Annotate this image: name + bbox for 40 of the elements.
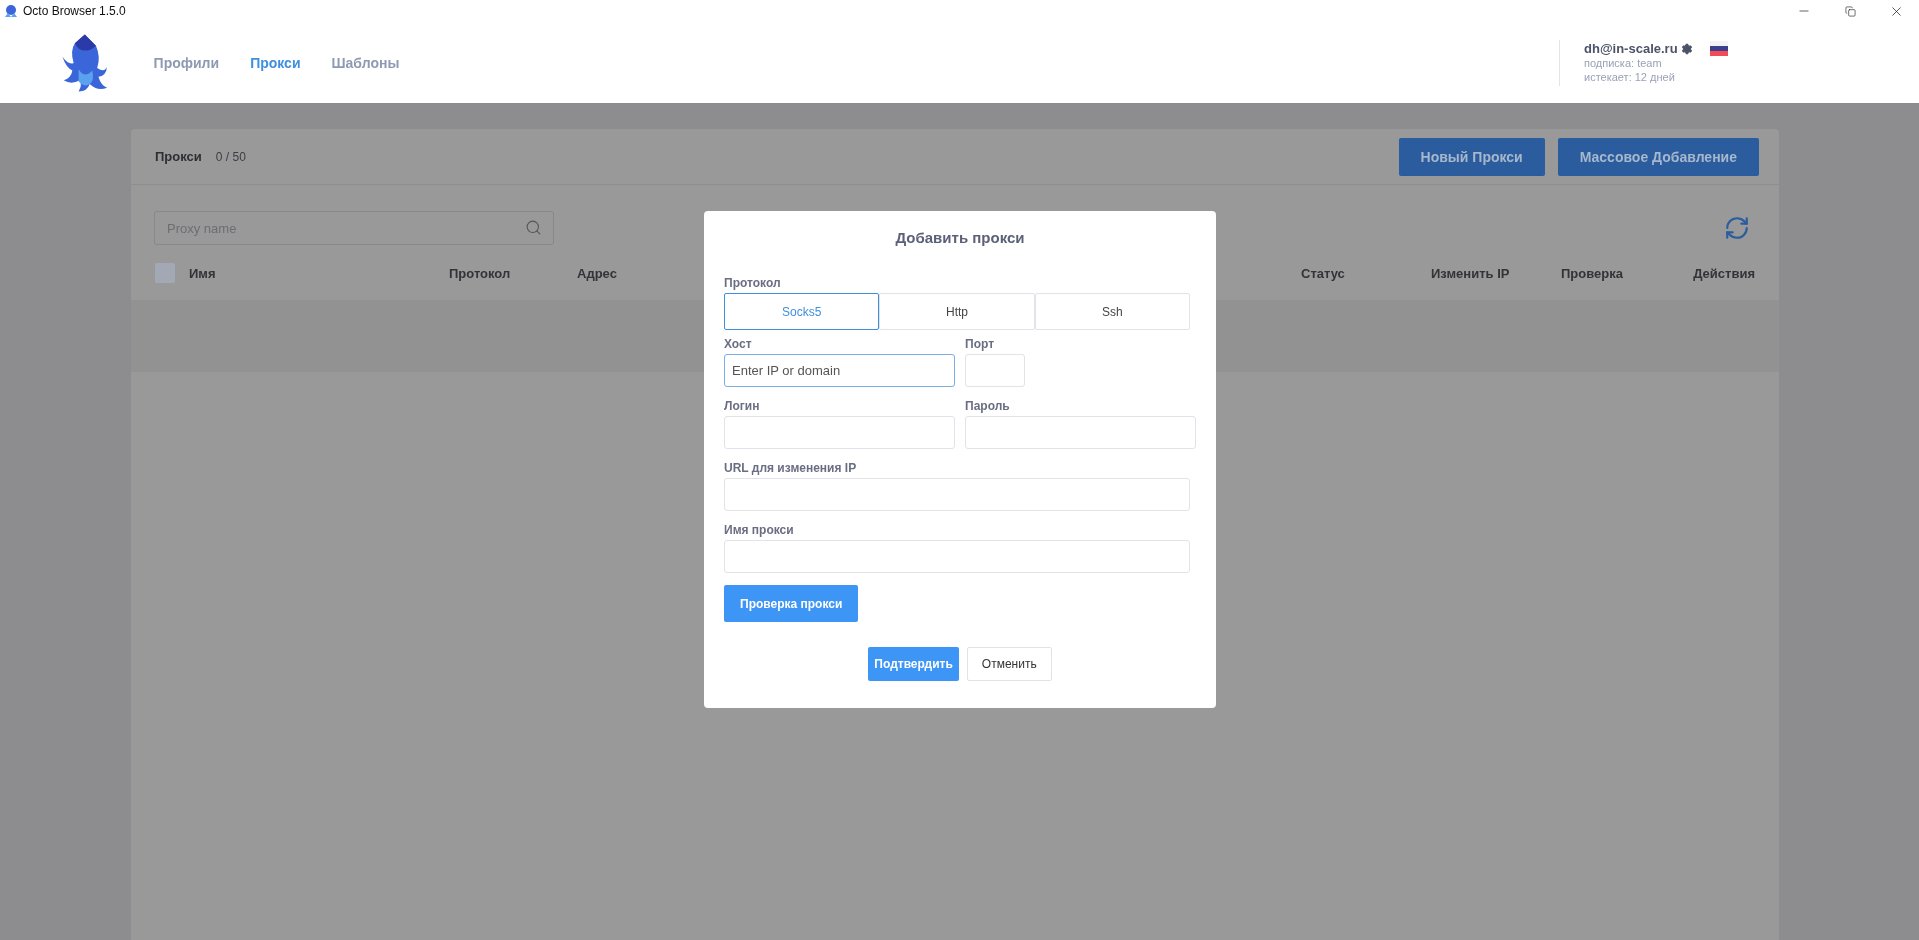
subscription-text: подписка: team — [1584, 56, 1663, 70]
dialog-title: Добавить прокси — [895, 229, 1025, 246]
input-field[interactable]: Enter IP or domain — [724, 354, 955, 387]
nav-tab[interactable]: Профили — [153, 54, 220, 71]
settings-icon[interactable] — [1680, 42, 1693, 55]
account-email: dh@in-scale.ru — [1584, 41, 1678, 56]
window-title: Octo Browser 1.5.0 — [23, 4, 126, 18]
protocol-option[interactable]: Socks5 — [724, 293, 880, 330]
field-label: URL для изменения IP — [724, 461, 858, 476]
octopus-icon — [4, 4, 18, 18]
refresh-icon[interactable] — [1724, 215, 1750, 241]
column-header: Протокол — [449, 265, 511, 281]
column-header: Статус — [1301, 265, 1345, 281]
column-header: Изменить IP — [1431, 265, 1510, 281]
confirm-button[interactable]: Подтвердить — [868, 647, 959, 681]
flag-icon[interactable] — [1709, 41, 1728, 56]
header-button[interactable]: Новый Прокси — [1398, 137, 1545, 176]
check-proxy-button[interactable]: Проверка прокси — [724, 585, 859, 622]
protocol-option[interactable]: Ssh — [1034, 293, 1190, 330]
header-button[interactable]: Массовое Добавление — [1557, 137, 1759, 176]
restore-icon[interactable] — [1844, 5, 1856, 17]
field-label: Имя прокси — [724, 523, 795, 538]
field-label: Пароль — [965, 399, 1011, 414]
search-icon[interactable] — [525, 219, 542, 236]
cancel-button[interactable]: Отменить — [966, 647, 1052, 681]
field-label: Хост — [724, 337, 753, 352]
nav-tab[interactable]: Прокси — [250, 54, 301, 71]
column-header: Проверка — [1561, 265, 1623, 281]
column-header: Имя — [189, 265, 216, 281]
field-label: Логин — [724, 399, 761, 414]
select-all-checkbox[interactable] — [155, 263, 175, 283]
protocol-option[interactable]: Http — [879, 293, 1035, 330]
column-header: Действия — [1693, 265, 1755, 281]
expiry-text: истекает: 12 дней — [1584, 70, 1676, 84]
panel-title: Прокси — [155, 149, 202, 164]
proxy-count: 0 / 50 — [215, 149, 246, 164]
field-label: Порт — [965, 337, 995, 352]
column-header: Адрес — [577, 265, 617, 281]
field-label: Протокол — [724, 276, 782, 291]
nav-tab[interactable]: Шаблоны — [331, 54, 400, 71]
